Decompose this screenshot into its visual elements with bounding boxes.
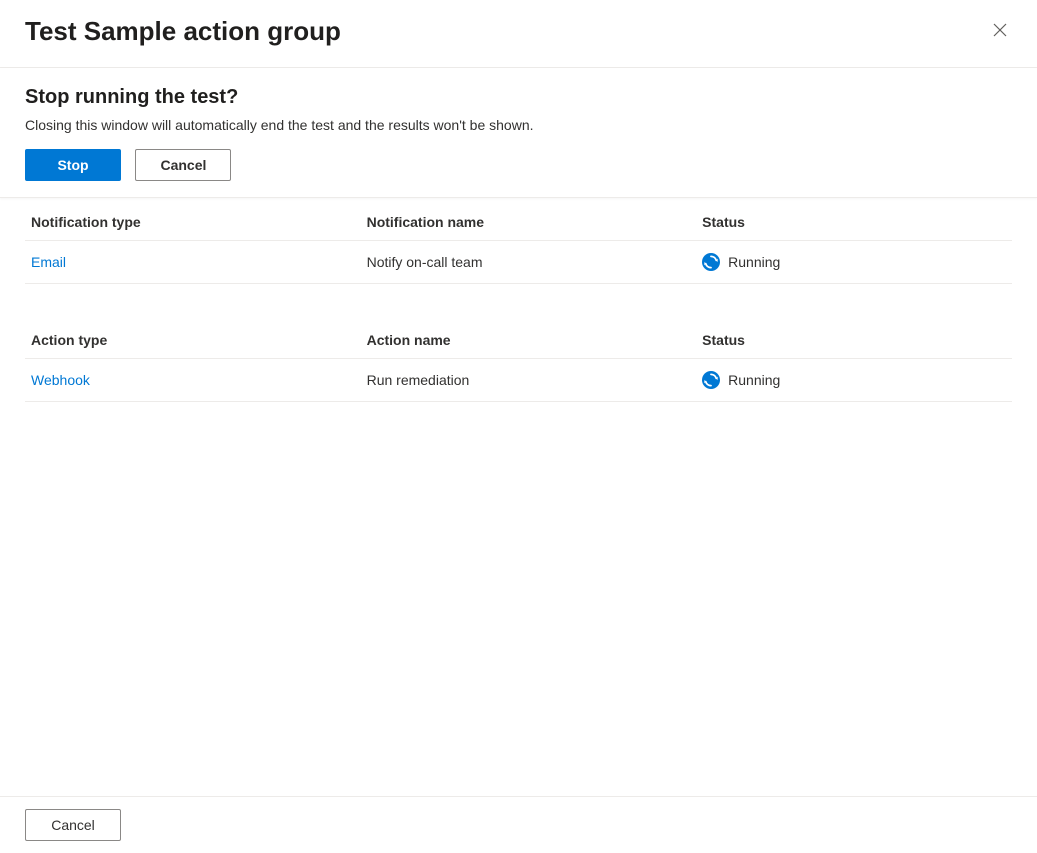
actions-header-status: Status [696,320,1012,359]
action-status-text: Running [728,372,780,388]
running-icon [702,371,720,389]
table-row: Email Notify on-call team [25,241,1012,284]
notifications-header-status: Status [696,202,1012,241]
close-icon [992,26,1008,41]
table-row: Webhook Run remediation [25,359,1012,402]
close-button[interactable] [988,18,1012,45]
actions-header-type: Action type [25,320,361,359]
cancel-button[interactable]: Cancel [135,149,231,181]
notifications-header-type: Notification type [25,202,361,241]
confirm-heading: Stop running the test? [25,86,1012,109]
notification-status-cell: Running [696,241,1012,284]
footer-cancel-button[interactable]: Cancel [25,809,121,841]
action-name-cell: Run remediation [361,359,697,402]
action-status-cell: Running [696,359,1012,402]
running-icon [702,253,720,271]
notification-status-text: Running [728,254,780,270]
actions-header-name: Action name [361,320,697,359]
notifications-header-name: Notification name [361,202,697,241]
notifications-table: Notification type Notification name Stat… [25,202,1012,284]
page-title: Test Sample action group [25,16,341,47]
notification-name-cell: Notify on-call team [361,241,697,284]
confirm-message: Closing this window will automatically e… [25,117,1012,133]
action-type-cell[interactable]: Webhook [25,359,361,402]
stop-button[interactable]: Stop [25,149,121,181]
actions-table: Action type Action name Status Webhook R… [25,320,1012,402]
footer: Cancel [0,796,1037,853]
confirm-panel: Stop running the test? Closing this wind… [0,68,1037,198]
notification-type-cell[interactable]: Email [25,241,361,284]
